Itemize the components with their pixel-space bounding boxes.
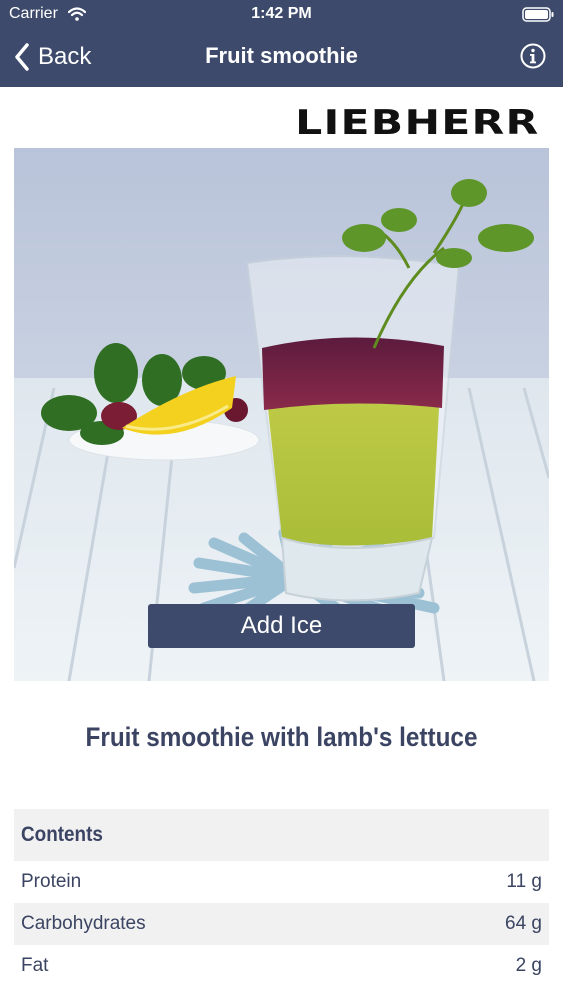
info-icon[interactable] <box>520 43 546 69</box>
table-row: Protein 11 g <box>14 861 549 903</box>
table-row: Carbohydrates 64 g <box>14 903 549 945</box>
row-value: 2 g <box>515 955 542 976</box>
page-title: Fruit smoothie <box>205 43 358 68</box>
status-bar: Carrier 1:42 PM <box>0 0 563 30</box>
recipe-photo <box>14 148 549 681</box>
liebherr-logo: LIEBHERR <box>294 103 539 143</box>
add-ice-button[interactable]: Add Ice <box>148 604 415 648</box>
contents-header: Contents <box>14 809 549 861</box>
row-value: 11 g <box>506 871 542 892</box>
battery-icon <box>522 7 554 22</box>
navigation-bar: Back Fruit smoothie <box>0 30 563 87</box>
status-time: 1:42 PM <box>251 5 312 22</box>
contents-header-label: Contents <box>21 823 103 846</box>
row-value: 64 g <box>505 913 542 934</box>
row-label: Carbohydrates <box>21 913 146 934</box>
table-row: Fat 2 g <box>14 945 549 987</box>
contents-table: Contents Protein 11 g Carbohydrates 64 g… <box>14 809 549 987</box>
recipe-title: Fruit smoothie with lamb's lettuce <box>85 722 478 752</box>
row-label: Protein <box>21 871 82 892</box>
top-bar: Carrier 1:42 PM Back Fruit smoothie <box>0 0 563 87</box>
row-label: Fat <box>21 955 49 976</box>
